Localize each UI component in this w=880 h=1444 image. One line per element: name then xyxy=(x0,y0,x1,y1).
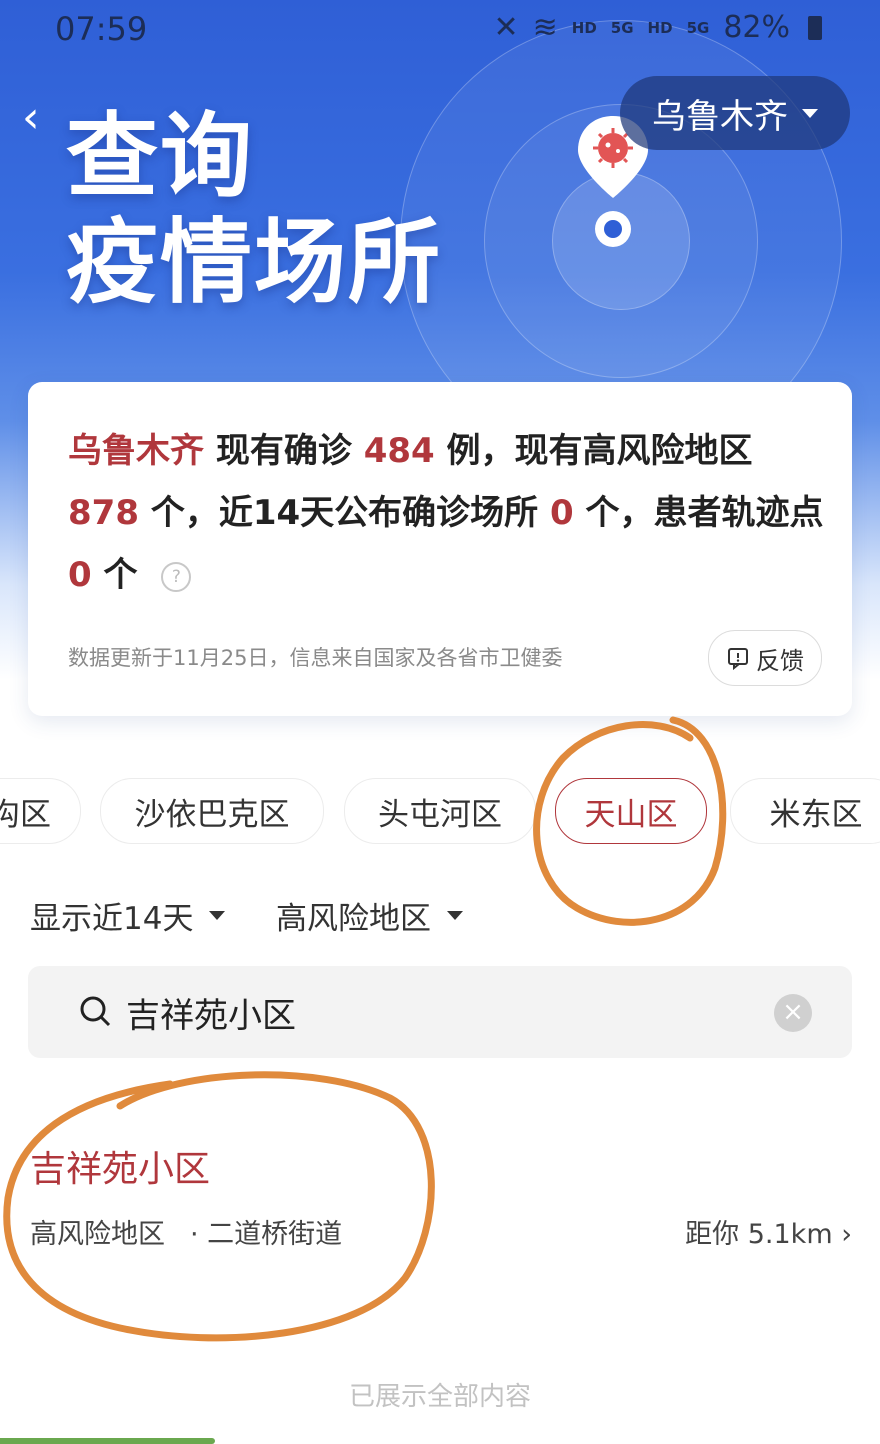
tab-district-1[interactable]: 沙依巴克区 xyxy=(100,778,324,844)
city-selector[interactable]: 乌鲁木齐 xyxy=(620,76,850,150)
mute-icon: ✕ xyxy=(493,10,519,45)
feedback-label: 反馈 xyxy=(756,646,804,675)
track-points-count: 0 xyxy=(68,555,92,595)
tab-district-4[interactable]: 米东区 xyxy=(730,778,880,844)
search-bar[interactable]: 吉祥苑小区 × xyxy=(28,966,852,1058)
tab-district-3[interactable]: 天山区 xyxy=(555,778,707,844)
tab-district-2[interactable]: 头屯河区 xyxy=(344,778,536,844)
summary-text-4: 个，患者轨迹点 xyxy=(585,493,824,533)
result-name[interactable]: 吉祥苑小区 xyxy=(30,1140,210,1192)
summary-text-2: 例，现有高风险地区 xyxy=(446,431,753,471)
summary-city: 乌鲁木齐 xyxy=(68,431,204,471)
district-tabs: 沟区 沙依巴克区 头屯河区 天山区 米东区 xyxy=(0,770,880,848)
help-icon[interactable]: ? xyxy=(161,561,192,592)
feedback-icon xyxy=(728,648,748,670)
network-label-3: HD xyxy=(647,18,673,37)
high-risk-count: 878 xyxy=(68,493,139,533)
caret-down-icon xyxy=(209,911,226,920)
bottom-indicator xyxy=(0,1438,215,1444)
risk-level-label: 高风险地区 xyxy=(276,901,431,937)
result-distance[interactable]: 距你 5.1km › xyxy=(685,1212,852,1251)
summary-text: 乌鲁木齐 现有确诊 484 例，现有高风险地区 878 个，近14天公布确诊场所… xyxy=(68,420,828,606)
update-note: 数据更新于11月25日，信息来自国家及各省市卫健委 xyxy=(68,646,563,670)
caret-down-icon xyxy=(802,108,818,118)
places-count: 0 xyxy=(550,493,574,533)
battery-icon xyxy=(808,15,822,40)
city-selector-label: 乌鲁木齐 xyxy=(652,96,788,137)
network-label-4: 5G xyxy=(686,18,710,37)
end-of-list-note: 已展示全部内容 xyxy=(348,1382,531,1412)
summary-text-1: 现有确诊 xyxy=(215,431,352,471)
location-dot-icon xyxy=(595,211,631,247)
network-label-1: HD xyxy=(571,18,597,37)
status-icons: ✕ ≋ HD 5G HD 5G 82% xyxy=(493,10,822,45)
search-icon xyxy=(80,996,111,1027)
result-risk-tag: 高风险地区 xyxy=(30,1219,165,1250)
confirmed-count: 484 xyxy=(363,431,435,471)
result-street: · 二道桥街道 xyxy=(190,1219,343,1250)
network-label-2: 5G xyxy=(610,18,634,37)
page-title: 查询 疫情场所 xyxy=(66,104,442,316)
feedback-button[interactable]: 反馈 xyxy=(708,630,822,686)
risk-level-filter[interactable]: 高风险地区 xyxy=(276,893,463,938)
status-time: 07:59 xyxy=(55,10,148,48)
back-icon[interactable]: ‹ xyxy=(22,92,40,143)
annotation-circle-result xyxy=(3,1071,435,1342)
wifi-icon: ≋ xyxy=(532,10,558,45)
tab-district-0[interactable]: 沟区 xyxy=(0,778,81,844)
time-range-filter[interactable]: 显示近14天 xyxy=(30,893,226,938)
title-line-1: 查询 xyxy=(66,103,255,210)
search-input[interactable]: 吉祥苑小区 xyxy=(126,988,296,1037)
battery-level: 82% xyxy=(723,10,790,45)
caret-down-icon xyxy=(447,911,463,920)
summary-text-3: 个，近14天公布确诊场所 xyxy=(150,493,539,533)
title-line-2: 疫情场所 xyxy=(66,209,443,316)
time-range-label: 显示近14天 xyxy=(30,901,194,937)
summary-text-5: 个 xyxy=(103,555,138,595)
clear-icon[interactable]: × xyxy=(774,994,812,1032)
summary-card: 乌鲁木齐 现有确诊 484 例，现有高风险地区 878 个，近14天公布确诊场所… xyxy=(28,382,852,716)
